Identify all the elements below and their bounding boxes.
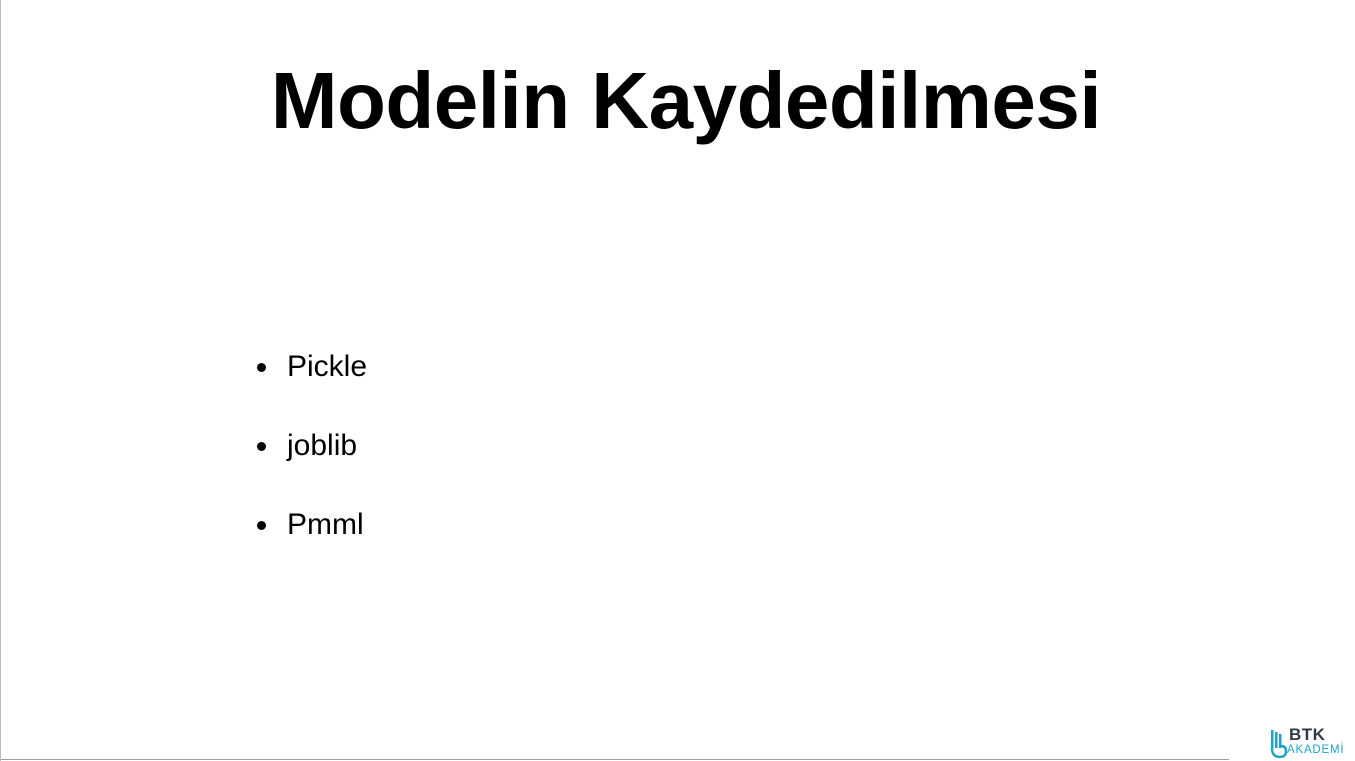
bullet-list: Pickle joblib Pmml (253, 347, 367, 584)
bullet-item-joblib: joblib (253, 426, 367, 505)
logo-name: BTK (1289, 725, 1326, 744)
slide-title: Modelin Kaydedilmesi (270, 56, 1102, 145)
bullet-item-pmml: Pmml (253, 505, 367, 584)
bullet-dot-icon (257, 442, 266, 451)
bullet-dot-icon (257, 363, 266, 372)
logo-subtitle: AKADEMİ (1287, 744, 1345, 756)
bottom-divider (1, 759, 1229, 760)
slide: Modelin Kaydedilmesi Pickle joblib Pmml … (0, 0, 1355, 761)
bullet-label: Pmml (287, 508, 364, 541)
btk-akademi-logo: BTK AKADEMİ (1269, 726, 1351, 760)
bullet-label: joblib (287, 429, 358, 462)
bullet-dot-icon (257, 521, 266, 530)
bullet-label: Pickle (287, 350, 368, 383)
btk-akademi-logo-icon (1270, 730, 1288, 758)
bullet-item-pickle: Pickle (253, 347, 367, 426)
